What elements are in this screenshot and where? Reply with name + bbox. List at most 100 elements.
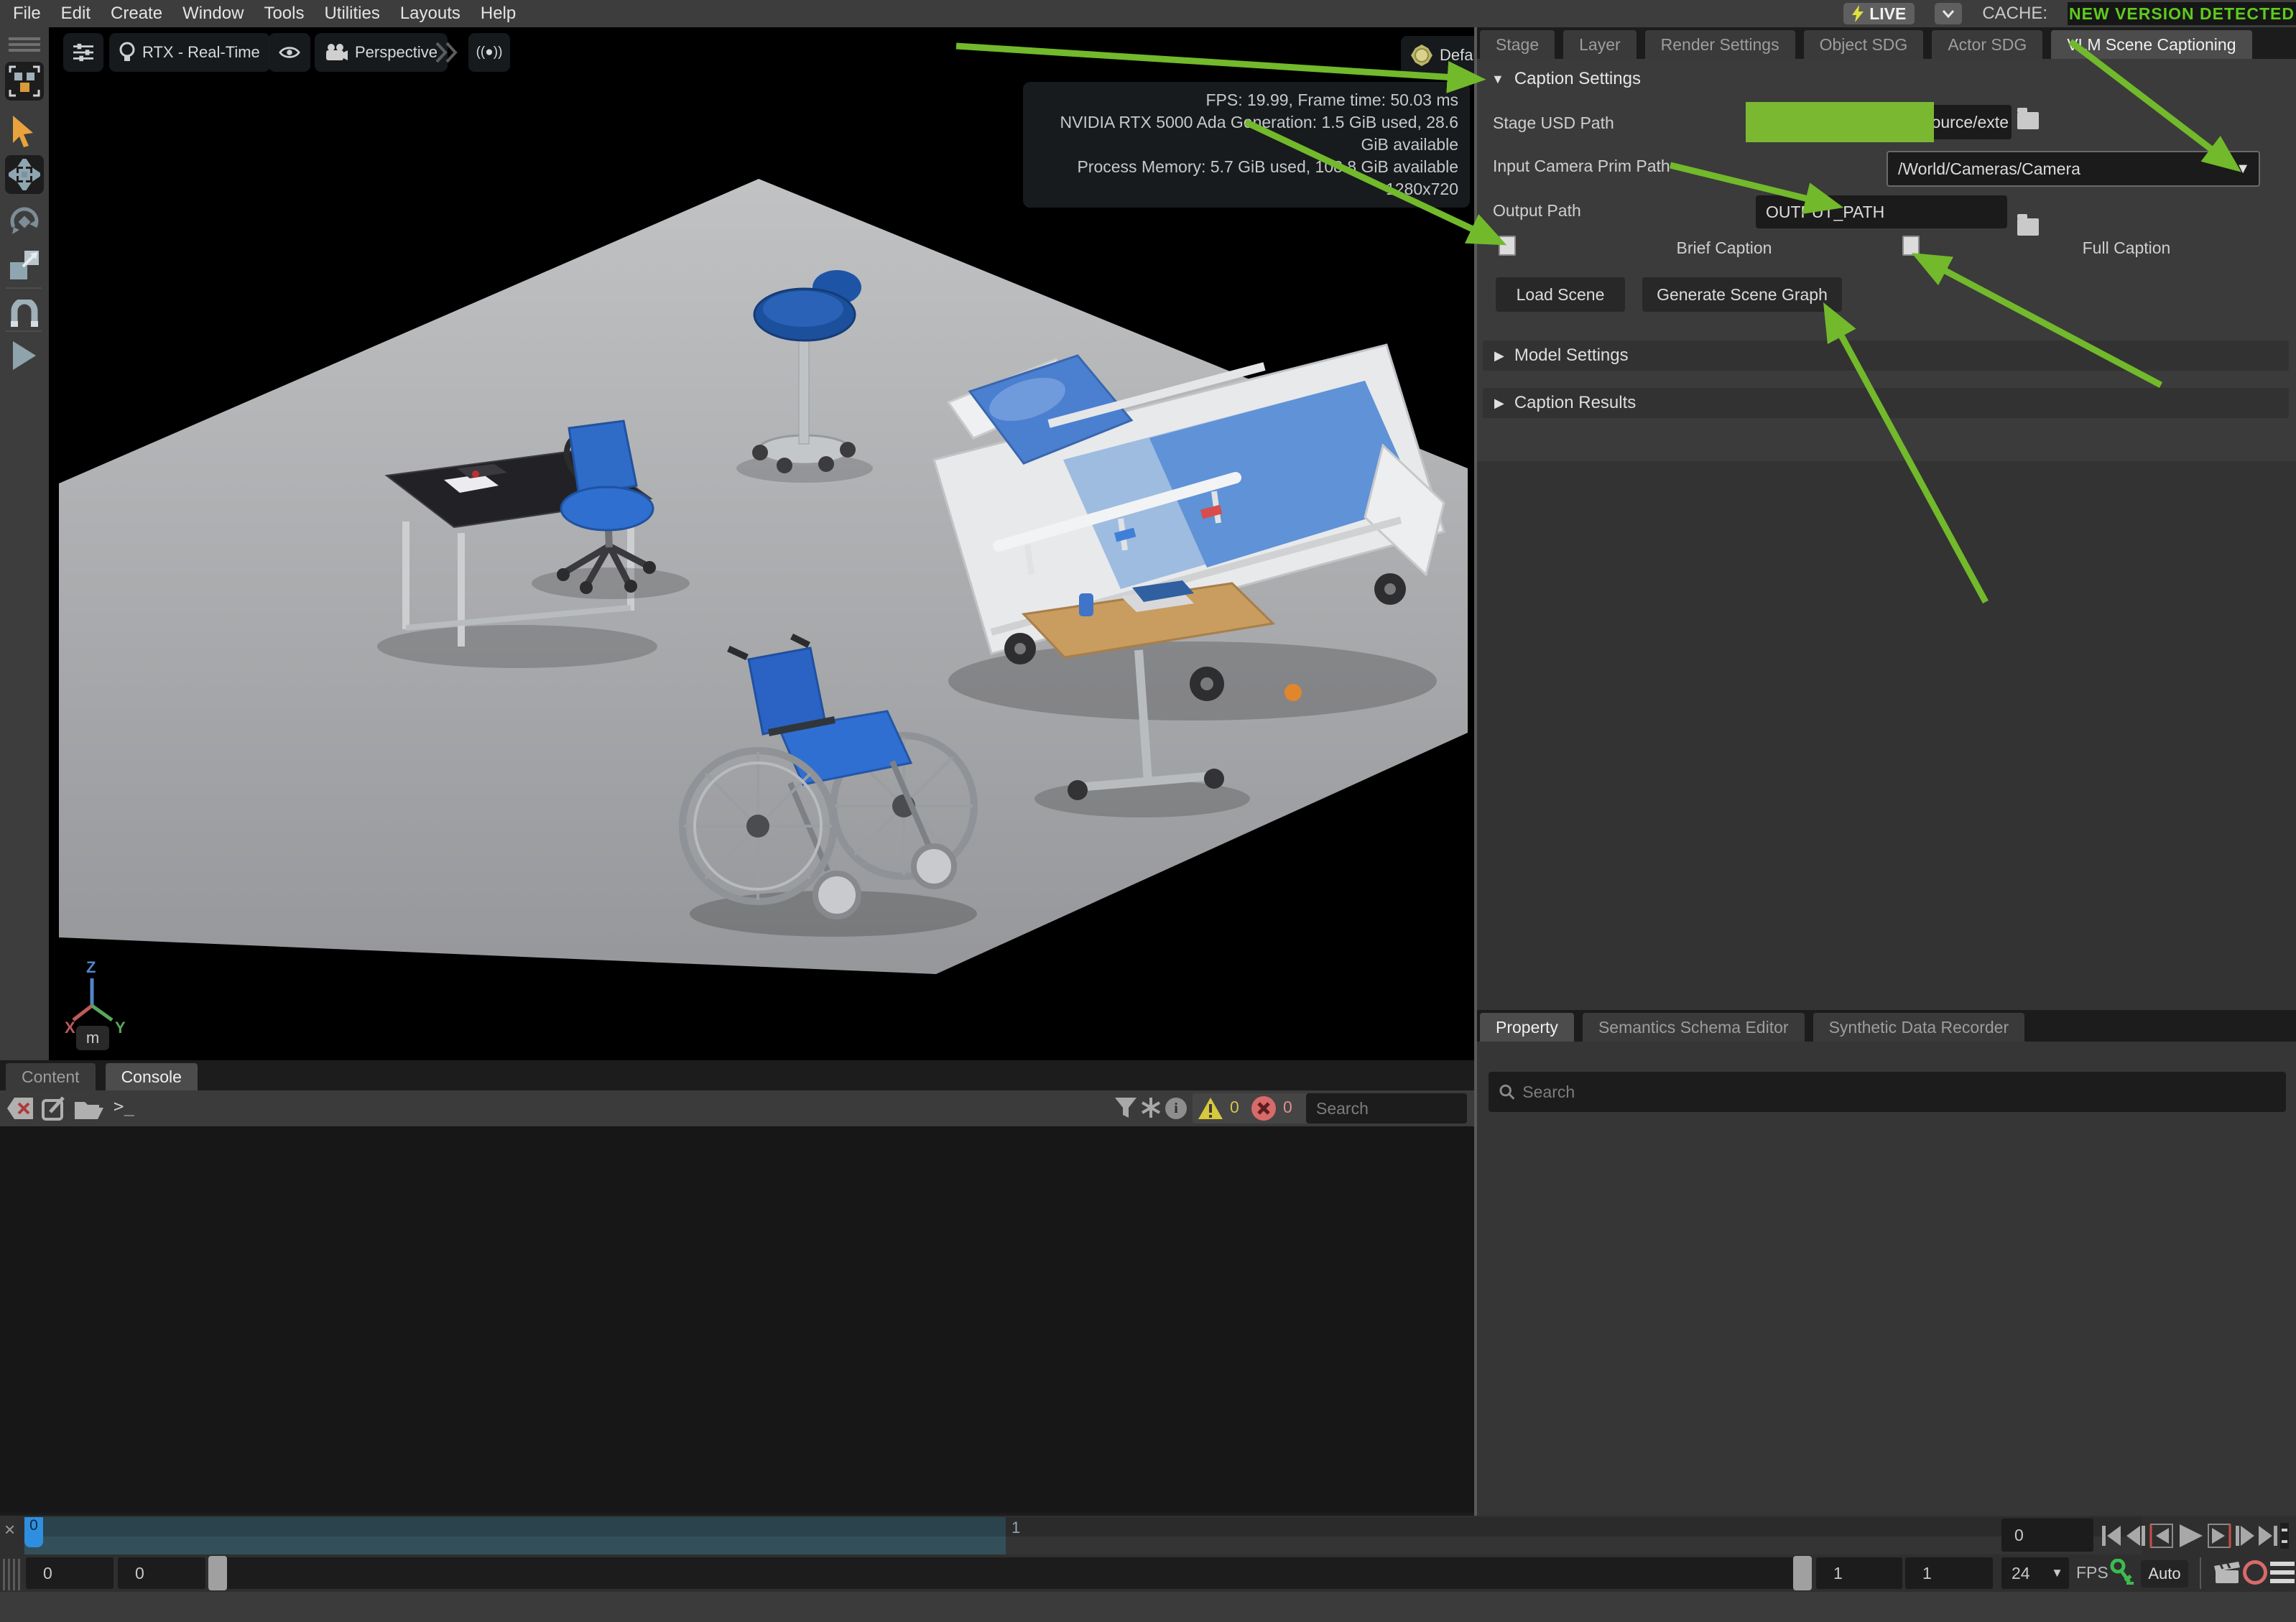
rotate-tool[interactable] [5, 203, 44, 241]
info-filter-icon[interactable]: i [1165, 1098, 1187, 1119]
timeline-range-start-field[interactable]: 0 [118, 1557, 205, 1589]
console-search[interactable] [1306, 1093, 1467, 1123]
warning-filter-icon[interactable] [1198, 1098, 1223, 1119]
timeline-end-field[interactable]: 1 [1905, 1557, 1993, 1589]
play-button[interactable] [2180, 1524, 2203, 1547]
brief-caption-checkbox[interactable] [1499, 236, 1516, 256]
timeline-close-icon[interactable]: × [4, 1519, 15, 1541]
caption-settings-header[interactable]: ▼ Caption Settings [1491, 69, 1641, 89]
live-button[interactable]: LIVE [1843, 3, 1915, 24]
current-frame-field[interactable]: 0 [2001, 1519, 2093, 1552]
stage-usd-path-browse-button[interactable] [2017, 112, 2039, 129]
timeline-grip[interactable] [3, 1559, 5, 1590]
bottom-right-tab-strip: Property Semantics Schema Editor Synthet… [1480, 1013, 2024, 1042]
verbose-asterisk-icon[interactable] [1141, 1098, 1161, 1118]
menu-utilities[interactable]: Utilities [324, 4, 379, 24]
timeline-zoom-handle-right[interactable] [1793, 1556, 1812, 1590]
timeline-bar: × 0 1 0 [0, 1516, 2296, 1592]
hospital-bed[interactable] [934, 345, 1444, 720]
auto-mode-button[interactable]: Auto [2141, 1560, 2188, 1588]
step-back-button[interactable] [2126, 1526, 2145, 1546]
audio-button[interactable]: ((●)) [468, 33, 510, 72]
timeline-grip[interactable] [8, 1559, 10, 1590]
clear-console-icon[interactable] [7, 1098, 33, 1119]
tab-synthetic-data-recorder[interactable]: Synthetic Data Recorder [1813, 1013, 2025, 1042]
visibility-button[interactable] [269, 33, 310, 72]
menu-edit[interactable]: Edit [61, 4, 91, 24]
output-path-field[interactable]: OUTPUT_PATH [1756, 195, 2007, 228]
timeline-range-end-field[interactable]: 1 [1816, 1557, 1902, 1589]
go-to-start-button[interactable] [2102, 1526, 2121, 1546]
timeline-track-range[interactable] [24, 1537, 1006, 1554]
generate-scene-graph-button[interactable]: Generate Scene Graph [1642, 277, 1842, 312]
menu-layouts[interactable]: Layouts [400, 4, 460, 24]
timeline-playhead[interactable]: 0 [24, 1517, 43, 1547]
camera-selector-button[interactable]: Perspective [315, 33, 448, 72]
full-caption-checkbox[interactable] [1902, 236, 1920, 256]
tab-content[interactable]: Content [6, 1063, 96, 1090]
record-button[interactable] [2243, 1560, 2267, 1585]
play-tool[interactable] [5, 336, 44, 375]
render-mode-button[interactable]: RTX - Real-Time [109, 33, 270, 72]
menu-create[interactable]: Create [111, 4, 162, 24]
scale-tool[interactable] [5, 246, 44, 284]
tab-layer[interactable]: Layer [1563, 30, 1637, 59]
next-keyframe-button[interactable] [2208, 1524, 2230, 1547]
clapperboard-icon[interactable] [2214, 1560, 2240, 1585]
viewport-settings-button[interactable] [63, 33, 103, 72]
console-prompt-icon[interactable]: >_ [114, 1096, 134, 1116]
timeline-zoom-handle-left[interactable] [208, 1556, 227, 1590]
console-search-input[interactable] [1316, 1099, 1457, 1118]
caption-results-section[interactable]: ▶ Caption Results [1483, 388, 2289, 418]
edit-console-icon[interactable] [42, 1096, 66, 1121]
collapse-closed-icon: ▶ [1494, 396, 1504, 411]
tab-actor-sdg[interactable]: Actor SDG [1932, 30, 2042, 59]
menu-file[interactable]: File [13, 4, 41, 24]
timeline-grip[interactable] [18, 1559, 20, 1590]
property-search[interactable] [1489, 1072, 2286, 1112]
live-dropdown-button[interactable] [1935, 3, 1962, 24]
move-tool[interactable] [5, 155, 44, 194]
tab-stage[interactable]: Stage [1480, 30, 1555, 59]
snap-tool[interactable] [5, 295, 44, 333]
open-log-folder-icon[interactable] [75, 1098, 103, 1119]
timeline-ruler-range[interactable] [24, 1517, 1006, 1537]
timeline-track[interactable] [1006, 1537, 2142, 1554]
auto-key-icon[interactable] [2109, 1559, 2134, 1588]
tab-render-settings[interactable]: Render Settings [1645, 30, 1795, 59]
property-search-input[interactable] [1522, 1083, 2276, 1102]
step-forward-button[interactable] [2236, 1526, 2254, 1546]
console-output[interactable] [0, 1126, 1474, 1513]
tab-vlm-scene-captioning[interactable]: VLM Scene Captioning [2051, 30, 2251, 59]
lighting-preset-button[interactable]: Default [1401, 36, 1474, 75]
menu-tools[interactable]: Tools [264, 4, 304, 24]
timeline-ruler[interactable] [1006, 1517, 2142, 1537]
timeline-start-field[interactable]: 0 [26, 1557, 114, 1589]
model-settings-section[interactable]: ▶ Model Settings [1483, 340, 2289, 371]
caption-results-title: Caption Results [1514, 393, 1636, 413]
input-camera-dropdown[interactable]: /World/Cameras/Camera ▼ [1887, 151, 2260, 187]
timeline-grip[interactable] [13, 1559, 15, 1590]
select-tool[interactable] [5, 112, 44, 151]
go-to-end-button[interactable] [2259, 1526, 2277, 1546]
filter-icon[interactable] [1115, 1098, 1137, 1119]
fps-dropdown[interactable]: 24 ▼ [2001, 1557, 2069, 1589]
menu-help[interactable]: Help [481, 4, 516, 24]
select-mode-tool[interactable] [5, 62, 44, 101]
tab-object-sdg[interactable]: Object SDG [1804, 30, 1924, 59]
timeline-zoom-track[interactable] [210, 1557, 1812, 1589]
timeline-menu-icon[interactable] [2270, 1562, 2295, 1583]
toolbar-grip-icon[interactable] [9, 37, 40, 53]
menu-window[interactable]: Window [182, 4, 244, 24]
error-filter-icon[interactable] [1251, 1096, 1276, 1121]
load-scene-button[interactable]: Load Scene [1496, 277, 1625, 312]
output-path-browse-button[interactable] [2017, 218, 2039, 236]
tab-semantics-schema-editor[interactable]: Semantics Schema Editor [1583, 1013, 1805, 1042]
toolbar-expand-chevrons-icon[interactable] [434, 42, 460, 63]
viewport[interactable]: RTX - Real-Time Perspective ((●)) [49, 27, 1474, 1060]
tab-property[interactable]: Property [1480, 1013, 1574, 1042]
range-end-marker: 1 [1012, 1519, 1020, 1537]
tab-console[interactable]: Console [106, 1063, 198, 1090]
prev-keyframe-button[interactable] [2151, 1524, 2172, 1547]
loop-toggle-button[interactable] [2280, 1523, 2289, 1549]
